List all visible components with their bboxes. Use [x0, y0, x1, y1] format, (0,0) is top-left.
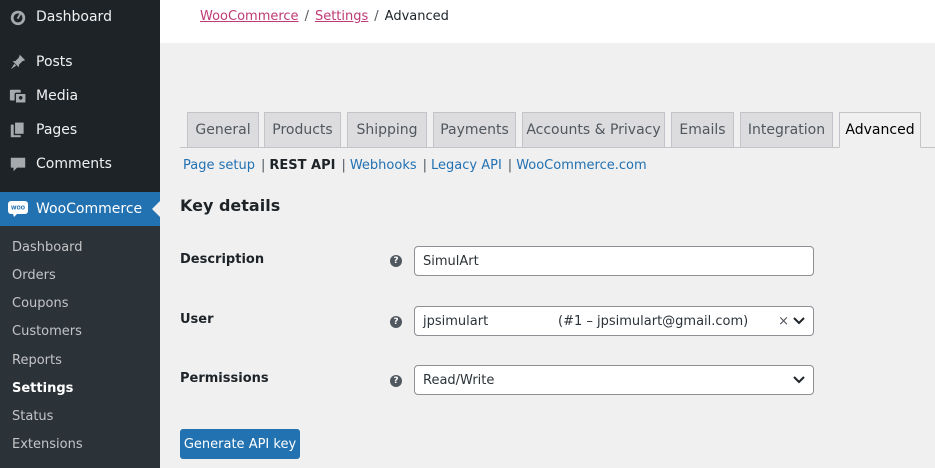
pages-icon	[8, 120, 28, 140]
menu-item-woocommerce[interactable]: WOO WooCommerce	[0, 192, 160, 226]
tab-products[interactable]: Products	[264, 112, 341, 148]
tab-general[interactable]: General	[187, 112, 259, 148]
chevron-down-icon[interactable]	[793, 316, 805, 326]
subnav-separator: |	[507, 158, 513, 173]
description-label: Description	[180, 252, 265, 267]
advanced-subnav: Page setup | REST API | Webhooks | Legacy API |…	[183, 158, 647, 173]
tab-advanced[interactable]: Advanced	[839, 112, 921, 148]
help-icon[interactable]: ?	[390, 255, 402, 267]
pin-icon	[8, 52, 28, 72]
subnav-rest-api[interactable]: REST API	[269, 158, 335, 173]
menu-item-comments[interactable]: Comments	[0, 147, 160, 181]
tab-shipping[interactable]: Shipping	[347, 112, 427, 148]
user-select[interactable]: jpsimulart (#1 – jpsimulart@gmail.com) ×	[414, 306, 814, 336]
tab-payments[interactable]: Payments	[433, 112, 516, 148]
menu-label: Comments	[36, 156, 112, 172]
chevron-down-icon[interactable]	[793, 375, 805, 385]
section-title: Key details	[180, 196, 281, 215]
menu-item-pages[interactable]: Pages	[0, 113, 160, 147]
tab-integration[interactable]: Integration	[740, 112, 833, 148]
user-select-detail: (#1 – jpsimulart@gmail.com)	[558, 313, 749, 329]
breadcrumb-woocommerce-link[interactable]: WooCommerce	[200, 9, 299, 24]
admin-sidebar: Dashboard Posts Media Pages Comments WOO…	[0, 0, 160, 468]
submenu-item-status[interactable]: Status	[12, 409, 53, 424]
woo-icon: WOO	[8, 199, 28, 219]
help-icon[interactable]: ?	[390, 316, 402, 328]
subnav-separator: |	[422, 158, 428, 173]
breadcrumb-separator: /	[304, 9, 309, 24]
dashboard-icon	[8, 7, 28, 27]
menu-item-dashboard[interactable]: Dashboard	[0, 0, 160, 34]
breadcrumb: WooCommerce / Settings / Advanced	[200, 9, 449, 24]
settings-tabs: General Products Shipping Payments Accou…	[160, 112, 935, 148]
generate-api-key-button[interactable]: Generate API key	[180, 429, 300, 459]
menu-label: Pages	[36, 122, 78, 138]
submenu-item-customers[interactable]: Customers	[12, 324, 82, 339]
woocommerce-submenu: Dashboard Orders Coupons Customers Repor…	[0, 226, 160, 468]
subnav-webhooks[interactable]: Webhooks	[350, 158, 417, 173]
menu-label: Dashboard	[36, 9, 112, 25]
permissions-label: Permissions	[180, 371, 269, 386]
subnav-legacy-api[interactable]: Legacy API	[431, 158, 502, 173]
breadcrumb-separator: /	[374, 9, 379, 24]
submenu-item-coupons[interactable]: Coupons	[12, 296, 69, 311]
subnav-page-setup[interactable]: Page setup	[183, 158, 255, 173]
clear-icon[interactable]: ×	[778, 314, 789, 329]
user-select-name: jpsimulart	[423, 313, 489, 329]
help-icon[interactable]: ?	[390, 375, 402, 387]
permissions-select[interactable]: Read/Write	[414, 365, 814, 395]
submenu-item-settings[interactable]: Settings	[12, 381, 73, 396]
page-header: WooCommerce / Settings / Advanced	[160, 0, 935, 43]
submenu-item-reports[interactable]: Reports	[12, 353, 62, 368]
submenu-item-dashboard[interactable]: Dashboard	[12, 240, 83, 255]
subnav-woocommerce-com[interactable]: WooCommerce.com	[516, 158, 646, 173]
tab-accounts-privacy[interactable]: Accounts & Privacy	[522, 112, 665, 148]
breadcrumb-current: Advanced	[384, 9, 449, 24]
menu-item-posts[interactable]: Posts	[0, 45, 160, 79]
subnav-separator: |	[260, 158, 266, 173]
menu-label: WooCommerce	[36, 201, 143, 217]
breadcrumb-settings-link[interactable]: Settings	[315, 9, 368, 24]
woo-logo-text: WOO	[11, 206, 25, 212]
description-input[interactable]	[414, 246, 814, 276]
user-label: User	[180, 312, 214, 327]
tab-emails[interactable]: Emails	[671, 112, 734, 148]
menu-item-media[interactable]: Media	[0, 79, 160, 113]
subnav-separator: |	[341, 158, 346, 173]
menu-label: Media	[36, 88, 79, 104]
submenu-item-extensions[interactable]: Extensions	[12, 437, 83, 452]
permissions-select-value: Read/Write	[423, 372, 495, 388]
submenu-item-orders[interactable]: Orders	[12, 268, 56, 283]
menu-label: Posts	[36, 54, 73, 70]
comment-icon	[8, 154, 28, 174]
media-icon	[8, 86, 28, 106]
